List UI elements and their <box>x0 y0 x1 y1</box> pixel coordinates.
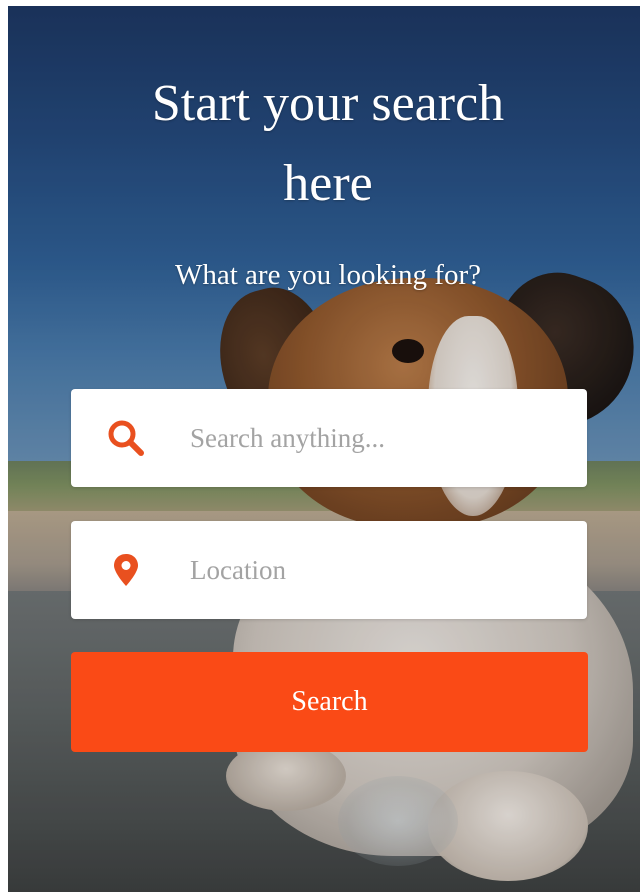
page-title-line-1: Start your search <box>151 75 505 132</box>
search-panel: Start your search here What are you looki… <box>8 6 640 892</box>
search-button[interactable]: Search <box>71 652 588 752</box>
page-title-line-2: here <box>283 155 373 212</box>
hero-section: Start your search here What are you looki… <box>8 6 640 892</box>
page-title: Start your search here <box>48 64 608 224</box>
search-input[interactable] <box>190 408 567 468</box>
page-subtitle: What are you looking for? <box>174 259 481 291</box>
location-field[interactable] <box>71 521 587 619</box>
search-field[interactable] <box>71 389 587 487</box>
map-pin-icon <box>106 550 166 590</box>
location-input[interactable] <box>190 540 567 600</box>
search-icon <box>106 418 166 458</box>
